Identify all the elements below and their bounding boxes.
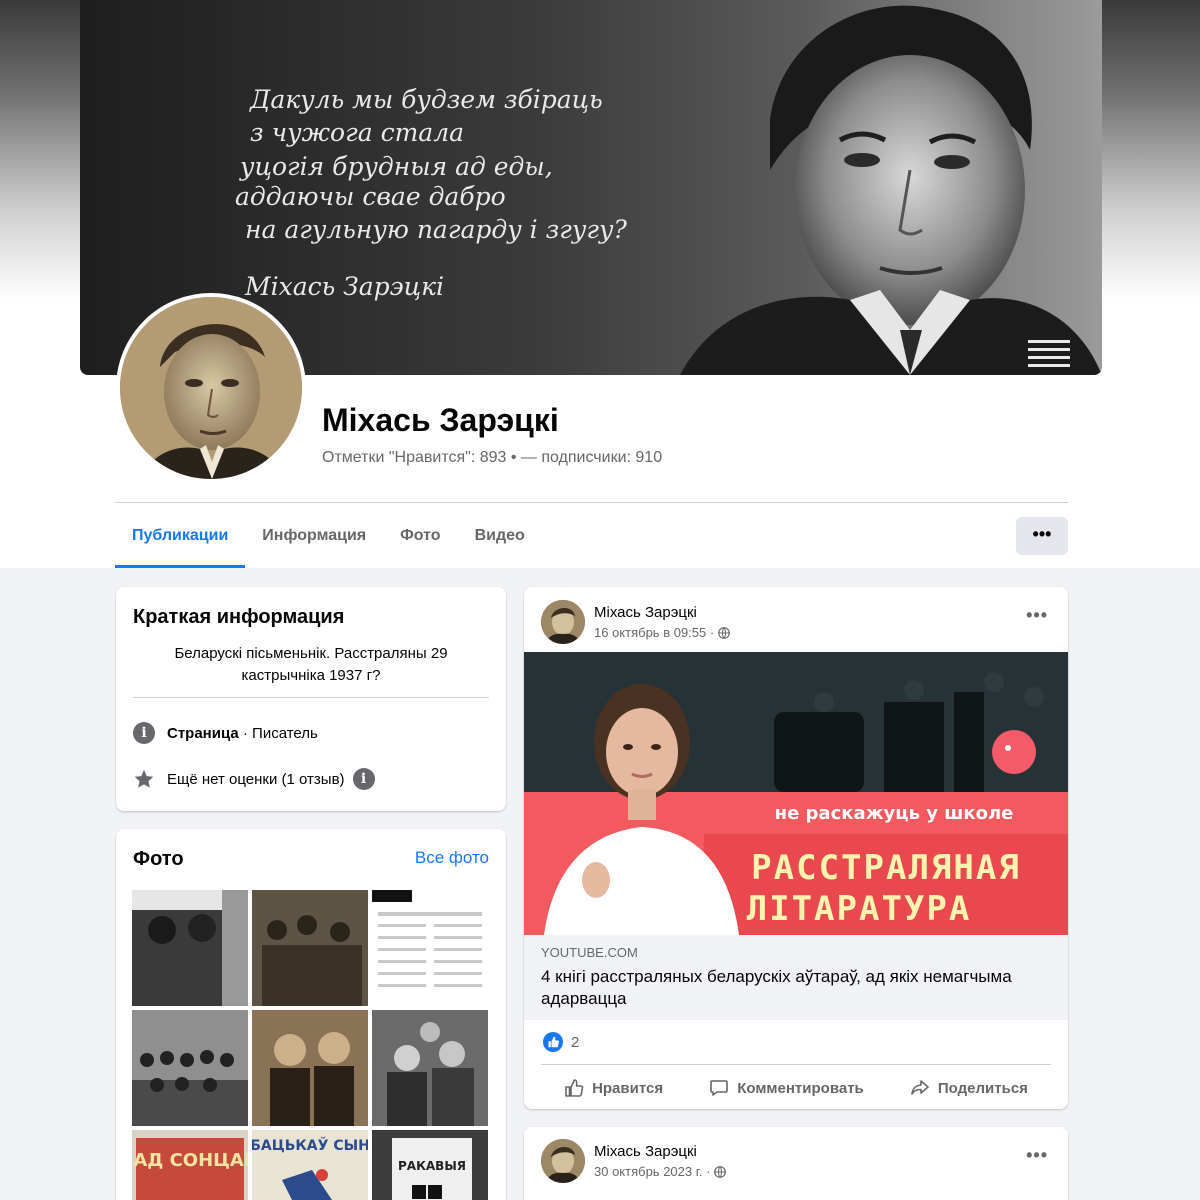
thumb-subtitle: не раскажуць у школе [775,803,1014,824]
reaction-count: 2 [571,1033,580,1051]
rating-row: Ещё нет оценки (1 отзыв) i [133,768,375,790]
cover-quote-line: на агульную пагарду і згугу? [245,215,628,244]
book-title: РАКАВЫЯ [398,1159,466,1173]
post-header: Міхась Зарэцкі 30 октябрь 2023 г. · [541,1139,727,1183]
post-options-icon[interactable]: ••• [1026,1145,1048,1166]
comment-button[interactable]: Комментировать [709,1078,864,1098]
actions-divider [541,1064,1051,1065]
post-options-icon[interactable]: ••• [1026,605,1048,626]
photo-thumb[interactable] [372,890,488,1006]
cover-quote-line: уцогія брудныя ад еды, [239,152,553,181]
intro-title: Краткая информация [133,606,345,628]
post-card: Міхась Зарэцкі 16 октябрь в 09:55 · ••• … [524,587,1068,1109]
share-button[interactable]: Поделиться [910,1078,1028,1098]
post-author-avatar[interactable] [541,1139,585,1183]
photo-thumb[interactable]: БАЦЬКАЎ СЫН [252,1130,368,1200]
intro-divider [133,697,489,698]
post-author-name[interactable]: Міхась Зарэцкі [594,1143,726,1160]
post-card: Міхась Зарэцкі 30 октябрь 2023 г. · ••• [524,1127,1068,1200]
post-timestamp: 30 октябрь 2023 г. · [594,1164,727,1179]
book-title: ПАД СОНЦАМ [132,1150,248,1171]
cover-quote-line: з чужога стала [250,118,464,147]
photo-grid: ПАД СОНЦАМ БАЦЬКАЎ СЫН РАКАВЫЯ [132,890,489,1200]
photo-thumb[interactable] [252,890,368,1006]
comment-icon [710,1080,729,1096]
post-actions: Нравится Комментировать Поделиться [541,1069,1051,1107]
more-options-button[interactable]: ••• [1016,517,1068,555]
thumb-title-2: ЛІТАРАТУРА [747,889,972,929]
post-timestamp: 16 октябрь в 09:55 · [594,625,731,640]
page-type-label[interactable]: Страница [167,725,239,742]
like-label: Нравится [592,1079,664,1097]
page-stats: Отметки "Нравится": 893 • — подписчики: … [322,449,663,466]
video-thumbnail[interactable]: не раскажуць у школе РАССТРАЛЯНАЯ ЛІТАРА… [524,652,1068,935]
page-category-row: i Страница · Писатель [133,722,318,744]
comment-label: Комментировать [737,1079,864,1097]
photo-thumb[interactable] [132,890,248,1006]
reaction-summary[interactable]: 2 [543,1032,579,1052]
cover-signature: Міхась Зарэцкі [244,272,444,301]
like-reaction-icon [543,1032,563,1052]
thumb-title-1: РАССТРАЛЯНАЯ [751,848,1021,888]
page-title: Міхась Зарэцкі [322,402,559,438]
intro-bio: Беларускі пісьменьнік. Расстраляны 29 ка… [174,645,448,684]
tab-photos[interactable]: Фото [383,505,457,568]
cover-quote-line: аддаючы свае дабро [235,182,506,211]
post-author-name[interactable]: Міхась Зарэцкі [594,604,730,621]
avatar-portrait [120,297,302,479]
star-icon [133,768,155,790]
thumbnail-art: не раскажуць у школе РАССТРАЛЯНАЯ ЛІТАРА… [524,652,1068,935]
book-title: БАЦЬКАЎ СЫН [252,1137,368,1154]
photos-title: Фото [133,848,184,870]
photos-card: Фото Все фото ПАД СОНЦАМ БАЦЬКАЎ СЫН РАК… [116,829,506,1200]
photo-thumb[interactable] [372,1010,488,1126]
profile-tabs: Публикации Информация Фото Видео [115,505,542,568]
intro-card: Краткая информация Беларускі пісьменьнік… [116,587,506,811]
post-time-text[interactable]: 30 октябрь 2023 г. · [594,1164,710,1179]
post-time-text[interactable]: 16 октябрь в 09:55 · [594,625,714,640]
globe-icon [718,626,731,639]
tab-posts[interactable]: Публикации [115,505,246,568]
profile-header: Дакуль мы будзем збіраць з чужога стала … [0,0,1200,568]
photo-thumb[interactable] [132,1010,248,1126]
photo-thumb[interactable] [252,1010,368,1126]
info-icon: i [133,722,155,744]
photo-thumb[interactable]: ПАД СОНЦАМ [132,1130,248,1200]
link-title[interactable]: 4 кнігі расстраляных беларускіх аўтараў,… [541,966,1041,1010]
like-button[interactable]: Нравится [564,1078,663,1098]
link-domain: YOUTUBE.COM [541,945,638,960]
header-divider [115,502,1068,503]
tab-about[interactable]: Информация [245,505,383,568]
rating-info-icon[interactable]: i [352,768,375,790]
share-icon [911,1080,929,1095]
tab-videos[interactable]: Видео [458,505,542,568]
rating-text: Ещё нет оценки (1 отзыв) [167,770,345,788]
thumbs-up-icon [565,1079,584,1097]
see-all-photos-link[interactable]: Все фото [415,848,489,868]
share-label: Поделиться [937,1079,1028,1097]
photo-thumb[interactable]: РАКАВЫЯ [372,1130,488,1200]
cover-quote-line: Дакуль мы будзем збіраць [249,85,603,114]
post-header: Міхась Зарэцкі 16 октябрь в 09:55 · [541,600,731,644]
profile-avatar[interactable] [116,293,306,483]
post-author-avatar[interactable] [541,600,585,644]
globe-icon [714,1165,727,1178]
link-preview[interactable]: YOUTUBE.COM 4 кнігі расстраляных беларус… [524,935,1068,1020]
page-category: · Писатель [238,724,318,742]
